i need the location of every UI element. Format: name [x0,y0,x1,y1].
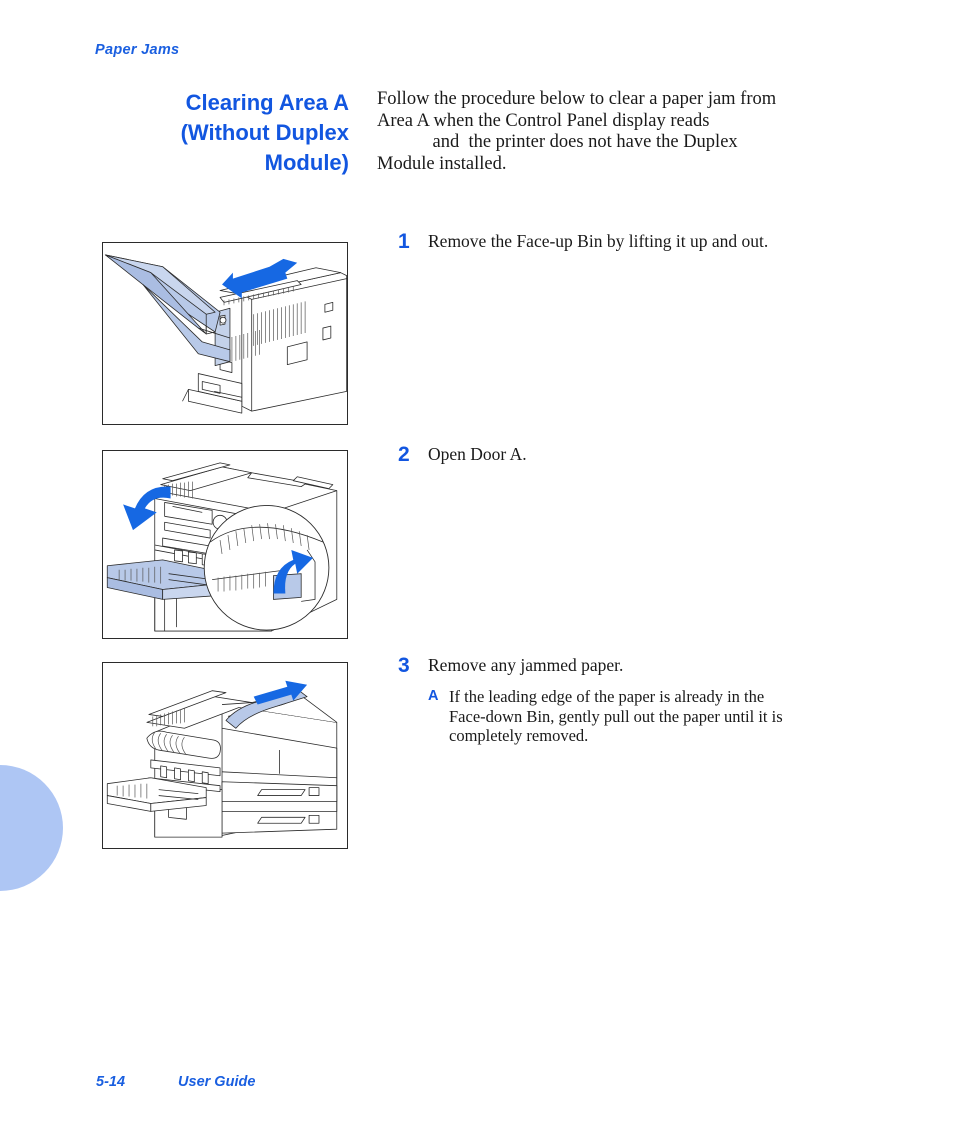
intro-paragraph: Follow the procedure below to clear a pa… [377,89,829,175]
footer-page-number: 5-14 [96,1074,126,1090]
substep-a-line-2: Face-down Bin, gently pull out the paper… [449,706,783,726]
footer-document-title: User Guide [178,1074,256,1090]
step-3: 3 Remove any jammed paper. A If the lead… [398,655,830,746]
step-3-text: Remove any jammed paper. [428,655,624,675]
page-title-line-1: Clearing Area A [185,90,349,115]
step-2-number: 2 [398,443,410,466]
step-1-number: 1 [398,230,410,253]
intro-line-3: and the printer does not have the Duplex [377,132,738,152]
face-up-bin-removal-illustration [102,242,348,425]
page-title-line-2: (Without Duplex [180,120,349,145]
step-3-substep-a: A If the leading edge of the paper is al… [428,687,830,746]
chapter-thumb-tab [0,765,63,891]
intro-line-1: Follow the procedure below to clear a pa… [377,89,777,109]
jammed-paper-removal-illustration [102,662,348,849]
running-header: Paper Jams [95,42,180,58]
substep-a-line-3: completely removed. [449,726,589,745]
step-2: 2 Open Door A. [398,443,830,466]
page-footer: 5-14 User Guide [96,1074,255,1090]
step-1-text: Remove the Face-up Bin by lifting it up … [428,231,769,251]
step-3-number: 3 [398,654,410,677]
door-a-open-illustration [102,450,348,639]
intro-line-4: Module installed. [377,153,507,174]
substep-a-letter: A [428,688,439,704]
substep-a-line-1: If the leading edge of the paper is alre… [449,687,765,706]
page-title-line-3: Module) [264,150,349,175]
intro-line-2: Area A when the Control Panel display re… [377,110,710,131]
step-2-text: Open Door A. [428,444,527,464]
page-title: Clearing Area A (Without Duplex Module) [110,88,349,178]
step-1: 1 Remove the Face-up Bin by lifting it u… [398,230,830,253]
